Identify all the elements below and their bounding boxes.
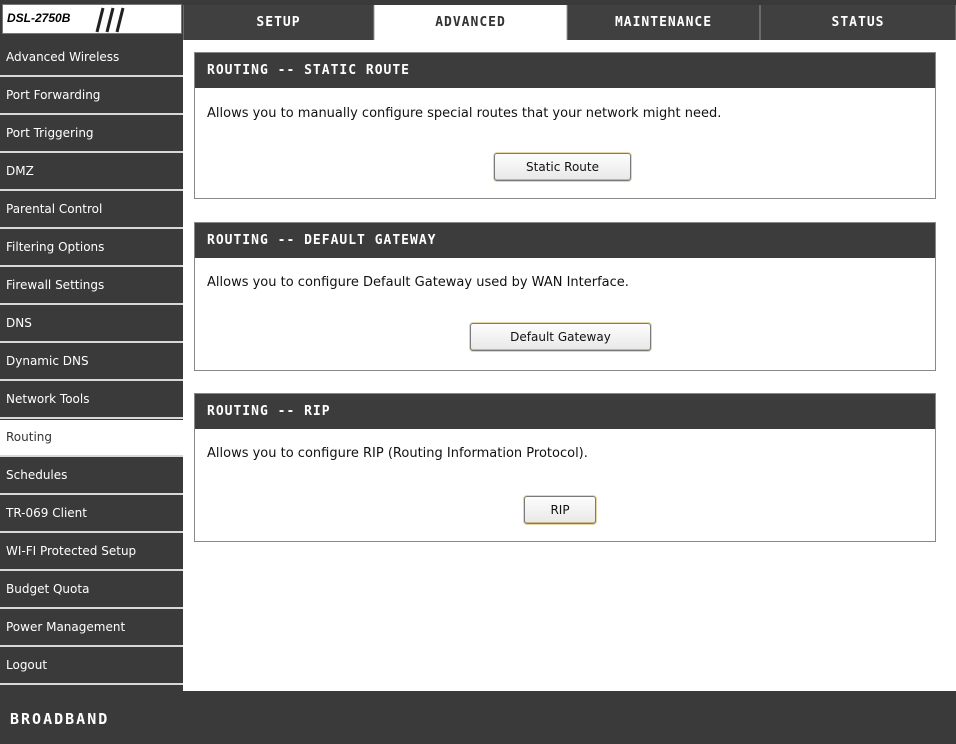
sidebar-item-advanced-wireless[interactable]: Advanced Wireless: [0, 40, 183, 77]
default-gateway-button[interactable]: Default Gateway: [470, 323, 651, 351]
slash-stripes-icon: [95, 7, 125, 33]
rip-description: Allows you to configure RIP (Routing Inf…: [207, 446, 588, 461]
static-route-panel: ROUTING -- STATIC ROUTE Allows you to ma…: [194, 52, 936, 199]
sidebar-item-schedules[interactable]: Schedules: [0, 458, 183, 495]
default-gateway-description: Allows you to configure Default Gateway …: [207, 275, 629, 290]
footer-bar: BROADBAND: [0, 691, 956, 744]
sidebar-menu: Advanced Wireless Port Forwarding Port T…: [0, 40, 183, 691]
sidebar-item-port-triggering[interactable]: Port Triggering: [0, 116, 183, 153]
static-route-button[interactable]: Static Route: [494, 153, 631, 181]
default-gateway-title: ROUTING -- DEFAULT GATEWAY: [195, 223, 935, 258]
tab-maintenance[interactable]: MAINTENANCE: [567, 5, 760, 40]
sidebar-item-network-tools[interactable]: Network Tools: [0, 382, 183, 419]
sidebar-item-tr069-client[interactable]: TR-069 Client: [0, 496, 183, 533]
sidebar-item-dns[interactable]: DNS: [0, 306, 183, 343]
sidebar-item-routing[interactable]: Routing: [0, 420, 183, 457]
sidebar-item-wifi-protected-setup[interactable]: WI-FI Protected Setup: [0, 534, 183, 571]
sidebar-item-port-forwarding[interactable]: Port Forwarding: [0, 78, 183, 115]
rip-panel: ROUTING -- RIP Allows you to configure R…: [194, 393, 936, 542]
tab-status[interactable]: STATUS: [760, 5, 956, 40]
static-route-description: Allows you to manually configure special…: [207, 106, 722, 121]
sidebar-item-dmz[interactable]: DMZ: [0, 154, 183, 191]
tab-setup[interactable]: SETUP: [183, 5, 374, 40]
top-navigation-bar: DSL-2750B SETUP ADVANCED MAINTENANCE STA…: [0, 0, 956, 40]
dlink-logo: DSL-2750B: [2, 4, 182, 34]
sidebar-item-dynamic-dns[interactable]: Dynamic DNS: [0, 344, 183, 381]
tab-advanced[interactable]: ADVANCED: [374, 5, 567, 40]
model-label: DSL-2750B: [7, 11, 71, 25]
rip-button[interactable]: RIP: [524, 496, 596, 524]
sidebar-item-budget-quota[interactable]: Budget Quota: [0, 572, 183, 609]
sidebar-item-filtering-options[interactable]: Filtering Options: [0, 230, 183, 267]
sidebar-item-firewall-settings[interactable]: Firewall Settings: [0, 268, 183, 305]
footer-brand: BROADBAND: [10, 710, 110, 728]
static-route-title: ROUTING -- STATIC ROUTE: [195, 53, 935, 88]
sidebar-item-power-management[interactable]: Power Management: [0, 610, 183, 647]
sidebar-item-parental-control[interactable]: Parental Control: [0, 192, 183, 229]
rip-title: ROUTING -- RIP: [195, 394, 935, 429]
sidebar-item-logout[interactable]: Logout: [0, 648, 183, 685]
default-gateway-panel: ROUTING -- DEFAULT GATEWAY Allows you to…: [194, 222, 936, 371]
